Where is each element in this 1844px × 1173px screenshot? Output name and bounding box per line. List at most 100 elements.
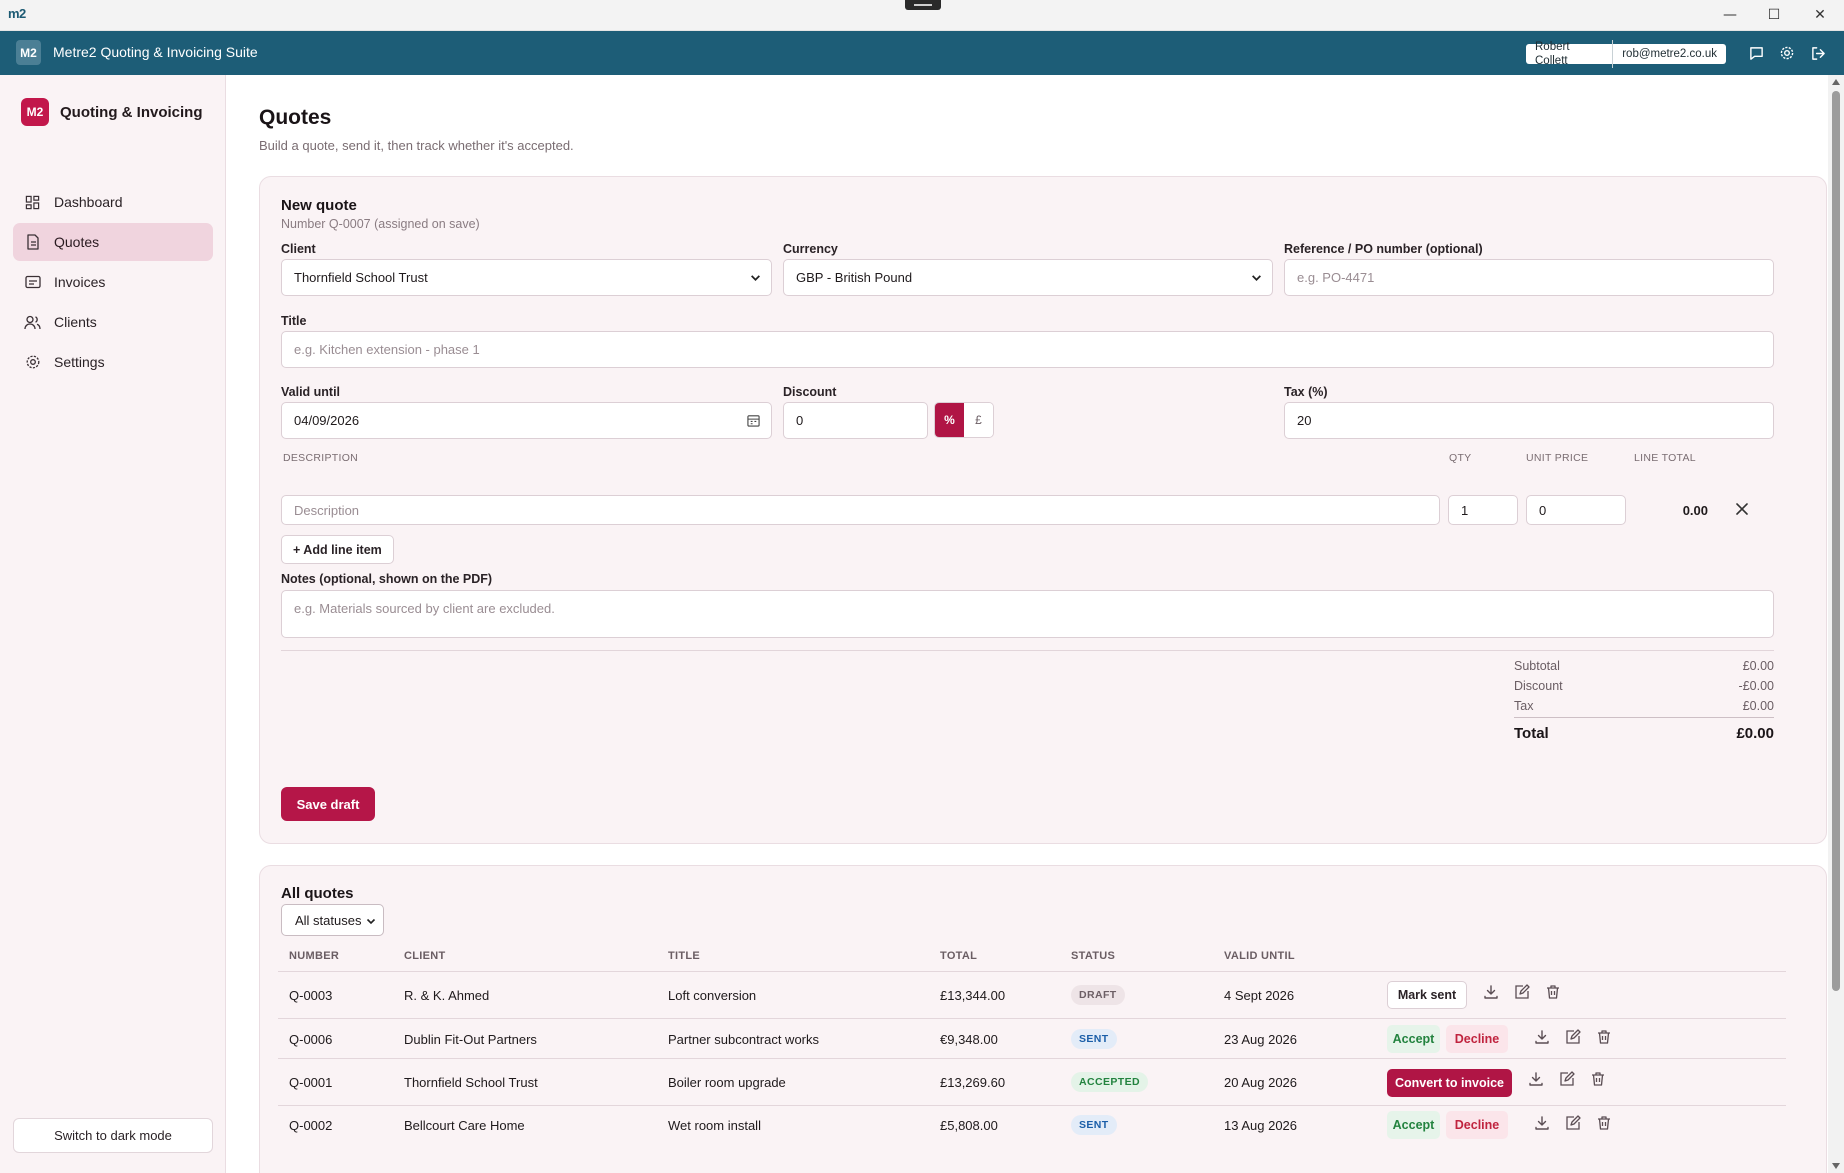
client-select-value: Thornfield School Trust <box>294 270 428 285</box>
status-filter-select[interactable]: All statuses <box>281 904 384 936</box>
decline-button[interactable]: Decline <box>1446 1025 1508 1053</box>
discount-input[interactable]: 0 <box>783 402 928 439</box>
cell-number: Q-0003 <box>289 988 333 1003</box>
th-status: STATUS <box>1071 950 1116 962</box>
accept-button[interactable]: Accept <box>1387 1025 1440 1053</box>
cell-valid-until: 20 Aug 2026 <box>1224 1075 1298 1090</box>
valid-until-date-input[interactable]: 04/09/2026 <box>281 402 772 439</box>
calendar-icon[interactable] <box>747 414 760 427</box>
sidebar-item-quotes[interactable]: Quotes <box>13 223 213 261</box>
download-icon[interactable] <box>1528 1071 1544 1087</box>
discount-pound-button[interactable]: £ <box>964 403 993 437</box>
cell-total: £13,269.60 <box>940 1075 1006 1090</box>
add-line-item-button[interactable]: + Add line item <box>281 535 394 564</box>
cell-valid-until: 4 Sept 2026 <box>1224 988 1295 1003</box>
currency-select-value: GBP - British Pound <box>796 270 913 285</box>
tax-input[interactable]: 20 <box>1284 402 1774 439</box>
discount-row-value: -£0.00 <box>1738 679 1774 693</box>
decline-button[interactable]: Decline <box>1446 1111 1508 1139</box>
line-qty-input[interactable]: 1 <box>1448 495 1518 525</box>
download-icon[interactable] <box>1534 1029 1550 1045</box>
quotes-table: NUMBER CLIENT TITLE TOTAL STATUS VALID U… <box>278 936 1786 1146</box>
reference-input[interactable]: e.g. PO-4471 <box>1284 259 1774 296</box>
sidebar-item-clients[interactable]: Clients <box>13 303 213 341</box>
discount-row: Discount -£0.00 <box>1514 679 1774 693</box>
cell-valid-until: 13 Aug 2026 <box>1224 1118 1298 1133</box>
tax-row-value: £0.00 <box>1742 699 1774 713</box>
sidebar-item-settings[interactable]: Settings <box>13 343 213 381</box>
currency-select[interactable]: GBP - British Pound <box>783 259 1273 296</box>
totals-divider <box>1514 717 1774 718</box>
edit-icon[interactable] <box>1514 984 1530 1000</box>
edit-icon[interactable] <box>1565 1115 1581 1131</box>
col-qty: QTY <box>1449 452 1472 464</box>
delete-icon[interactable] <box>1596 1115 1612 1131</box>
discount-percent-button[interactable]: % <box>935 403 964 437</box>
sidebar-item-label: Invoices <box>54 274 106 290</box>
scroll-up-arrow-icon[interactable] <box>1832 79 1840 85</box>
user-email: rob@metre2.co.uk <box>1622 48 1717 60</box>
convert-to-invoice-button[interactable]: Convert to invoice <box>1387 1069 1512 1097</box>
edit-icon[interactable] <box>1565 1029 1581 1045</box>
sidebar-item-dashboard[interactable]: Dashboard <box>13 183 213 221</box>
cell-title: Wet room install <box>668 1118 761 1133</box>
sidebar-item-label: Quotes <box>54 234 100 250</box>
user-pill[interactable]: Robert Collett rob@metre2.co.uk <box>1526 40 1726 68</box>
delete-icon[interactable] <box>1545 984 1561 1000</box>
divider <box>281 650 1774 651</box>
total-value: £0.00 <box>1736 725 1774 742</box>
dark-mode-toggle-button[interactable]: Switch to dark mode <box>13 1118 213 1153</box>
table-header: NUMBER CLIENT TITLE TOTAL STATUS VALID U… <box>278 936 1786 972</box>
sidebar-brand: M2 Quoting & Invoicing <box>21 98 203 126</box>
table-row: Q-0001 Thornfield School Trust Boiler ro… <box>278 1059 1786 1106</box>
delete-icon[interactable] <box>1596 1029 1612 1045</box>
chat-icon[interactable] <box>1746 43 1766 63</box>
title-input[interactable]: e.g. Kitchen extension - phase 1 <box>281 331 1774 368</box>
delete-icon[interactable] <box>1590 1071 1606 1087</box>
cell-client: R. & K. Ahmed <box>404 988 490 1003</box>
page-subtitle: Build a quote, send it, then track wheth… <box>259 138 574 153</box>
brand-name: Quoting & Invoicing <box>60 103 203 121</box>
save-draft-button[interactable]: Save draft <box>281 787 375 821</box>
status-filter-value: All statuses <box>295 912 362 928</box>
remove-line-icon[interactable] <box>1734 501 1750 517</box>
close-window-button[interactable]: ✕ <box>1797 0 1843 30</box>
line-description-input[interactable]: Description <box>281 495 1440 525</box>
valid-until-label: Valid until <box>281 385 341 399</box>
logout-icon[interactable] <box>1808 43 1828 63</box>
vertical-scrollbar[interactable] <box>1828 75 1844 1173</box>
mark-sent-button[interactable]: Mark sent <box>1387 981 1467 1009</box>
discount-row-label: Discount <box>1514 679 1563 693</box>
sidebar-item-invoices[interactable]: Invoices <box>13 263 213 301</box>
line-unit-price-input[interactable]: 0 <box>1526 495 1626 525</box>
status-badge: DRAFT <box>1071 985 1125 1005</box>
scrollbar-thumb[interactable] <box>1832 91 1840 991</box>
cell-number: Q-0006 <box>289 1032 333 1047</box>
scroll-down-arrow-icon[interactable] <box>1832 1163 1840 1169</box>
maximize-button[interactable]: ☐ <box>1751 0 1797 30</box>
accept-button[interactable]: Accept <box>1387 1111 1440 1139</box>
chevron-down-icon <box>1252 275 1261 281</box>
sidebar: M2 Quoting & Invoicing Dashboard Quotes … <box>0 75 226 1173</box>
new-quote-card: New quote Number Q-0007 (assigned on sav… <box>259 176 1827 844</box>
cell-total: €9,348.00 <box>940 1032 998 1047</box>
user-name: Robert Collett <box>1526 40 1614 68</box>
minimize-button[interactable]: — <box>1707 0 1753 30</box>
subtotal-row: Subtotal £0.00 <box>1514 659 1774 673</box>
chevron-down-icon <box>751 275 760 281</box>
status-badge: ACCEPTED <box>1071 1072 1148 1092</box>
download-icon[interactable] <box>1534 1115 1550 1131</box>
title-label: Title <box>281 314 307 328</box>
document-icon <box>24 234 41 251</box>
cell-client: Dublin Fit-Out Partners <box>404 1032 537 1047</box>
download-icon[interactable] <box>1483 984 1499 1000</box>
window-drag-handle[interactable] <box>905 0 941 10</box>
subtotal-label: Subtotal <box>1514 659 1560 673</box>
edit-icon[interactable] <box>1559 1071 1575 1087</box>
th-number: NUMBER <box>289 950 340 962</box>
gear-icon[interactable] <box>1777 43 1797 63</box>
notes-textarea[interactable]: e.g. Materials sourced by client are exc… <box>281 590 1774 638</box>
client-select[interactable]: Thornfield School Trust <box>281 259 772 296</box>
cell-title: Partner subcontract works <box>668 1032 820 1047</box>
main-content: Quotes Build a quote, send it, then trac… <box>227 75 1827 1173</box>
